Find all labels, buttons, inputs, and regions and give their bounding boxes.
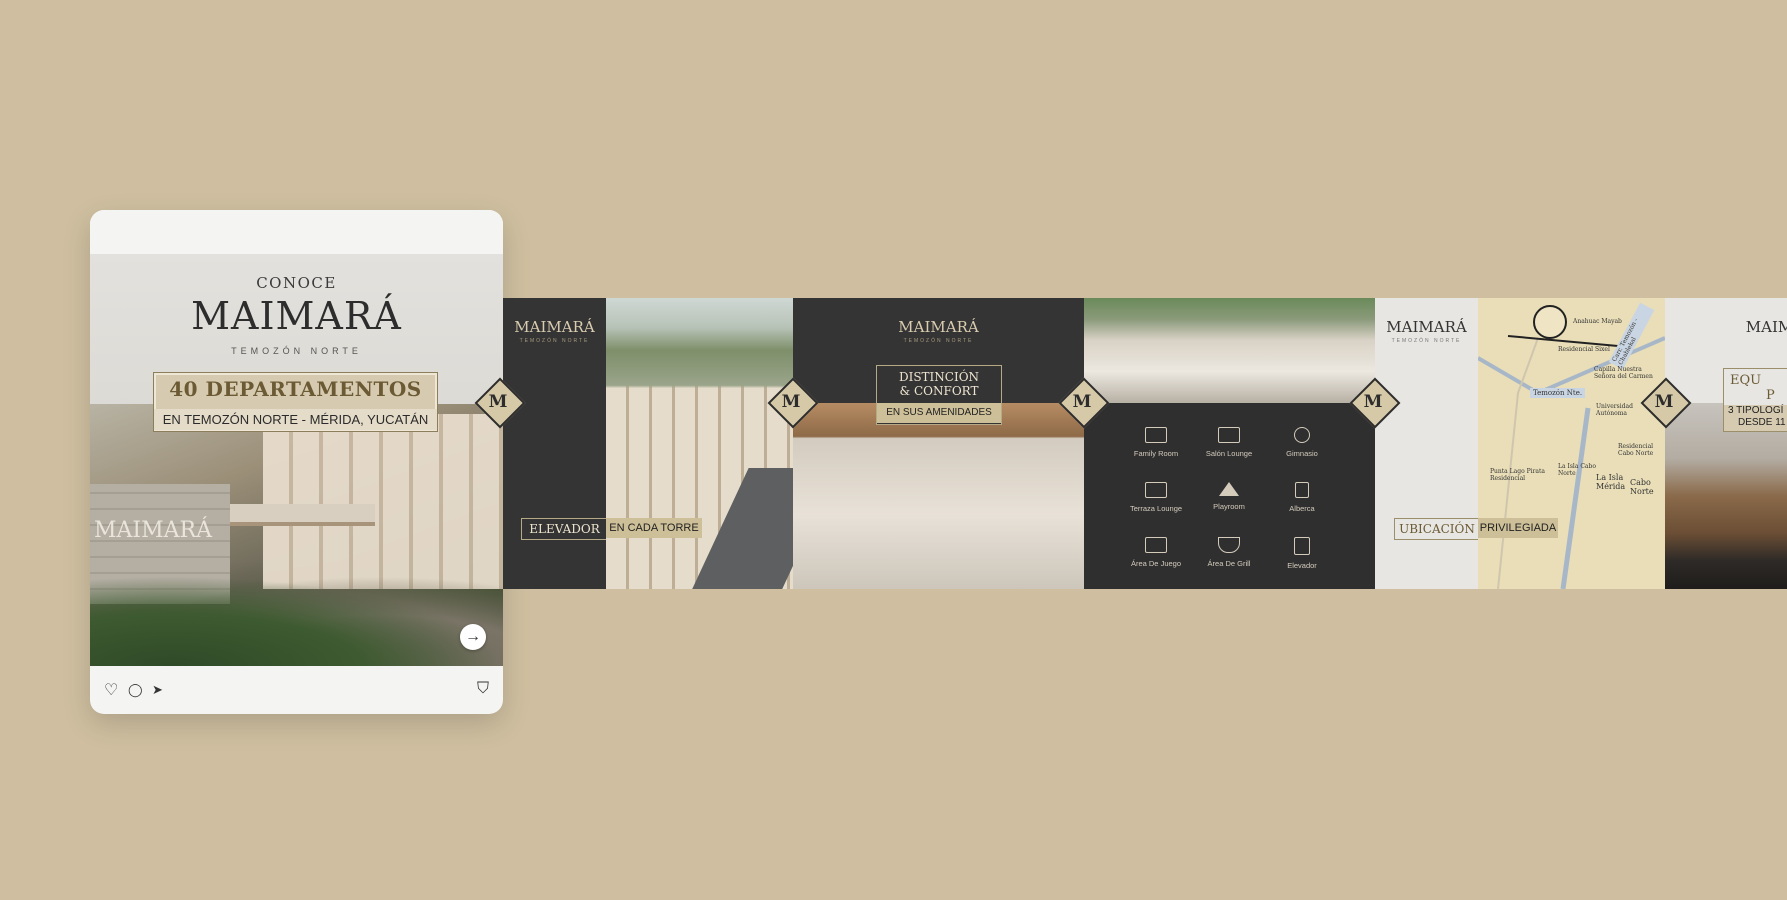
heart-icon[interactable]: ♡ (104, 680, 118, 700)
place-la-isla-cabo-norte: La Isla Cabo Norte (1558, 463, 1596, 477)
building-facade (263, 414, 503, 589)
amenity-salon-lounge: Salón Lounge (1193, 427, 1265, 458)
amenity-gimnasio: Gimnasio (1266, 427, 1338, 458)
m-emblem-letter: M (1072, 392, 1092, 412)
headline-title: 40 DEPARTAMENTOS (169, 377, 422, 401)
elevador-sublabel: EN CADA TORRE (606, 518, 702, 538)
place-residencial-cabo-norte: Residencial Cabo Norte (1618, 443, 1654, 457)
tipologias-subtitle: 3 TIPOLOGÍ DESDE 11 (1724, 405, 1787, 431)
slide-amenities-grid: Family Room Salón Lounge Gimnasio Terraz… (1084, 298, 1375, 589)
road-label-temozon: Temozón Nte. (1530, 388, 1586, 398)
comment-icon[interactable]: ◯ (128, 682, 143, 698)
amenity-alberca: Alberca (1266, 482, 1338, 513)
grill-icon (1218, 537, 1240, 553)
headline-badge: 40 DEPARTAMENTOS EN TEMOZÓN NORTE - MÉRI… (153, 372, 438, 432)
garden-foreground (90, 576, 503, 666)
ubicacion-label: UBICACIÓN (1394, 518, 1478, 540)
amenity-area-de-grill: Área De Grill (1193, 537, 1265, 568)
amenity-terraza-lounge: Terraza Lounge (1120, 482, 1192, 513)
tv-icon (1145, 427, 1167, 443)
tipologias-title-box: EQU P 3 TIPOLOGÍ DESDE 11 (1723, 368, 1787, 432)
tipologias-title-1: EQU (1730, 373, 1762, 388)
post-actions: ♡ ◯ ➤ ⛉ (90, 666, 503, 714)
slide-ubicacion-left: MAIMARÁ TEMOZÓN NORTE UBICACIÓN (1375, 298, 1478, 589)
balcony-photo (1084, 298, 1375, 403)
carousel-strip: MAIMARÁ TEMOZÓN NORTE ELEVADOR EN CADA T… (503, 298, 1787, 589)
m-emblem-letter: M (1363, 392, 1383, 412)
amenities-grid: Family Room Salón Lounge Gimnasio Terraz… (1084, 403, 1375, 589)
next-slide-button[interactable]: → (460, 624, 486, 650)
share-icon[interactable]: ➤ (152, 682, 163, 698)
post-card: CONOCE MAIMARÁ TEMOZÓN NORTE MAIMARÁ 40 … (90, 210, 503, 714)
place-cabo-norte: Cabo Norte (1630, 478, 1654, 496)
aerial-photo: EN CADA TORRE (606, 298, 793, 589)
pergola-icon (1145, 482, 1167, 498)
ubicacion-sublabel: PRIVILEGIADA (1478, 518, 1558, 538)
amenities-title-box: DISTINCIÓN & CONFORT EN SUS AMENIDADES (876, 365, 1002, 425)
amenity-area-de-juego: Área De Juego (1120, 537, 1192, 568)
amenities-title-1: DISTINCIÓN (898, 370, 980, 384)
amenities-title-2: & CONFORT (899, 384, 979, 398)
place-anahuac: Anahuac Mayab (1573, 318, 1622, 325)
playground-icon (1145, 537, 1167, 553)
entrance-canopy (230, 504, 375, 526)
amenity-playroom: Playroom (1193, 482, 1265, 511)
headline-subtitle: EN TEMOZÓN NORTE - MÉRIDA, YUCATÁN (154, 409, 437, 430)
billiard-icon (1219, 482, 1239, 496)
slide-logo-subtitle: TEMOZÓN NORTE (519, 338, 590, 344)
pool-ladder-icon (1295, 482, 1309, 498)
slide-tipologias: MAIMARÁ EQU P 3 TIPOLOGÍ DESDE 11 (1665, 298, 1787, 589)
interior-photo (793, 403, 1084, 589)
kettlebell-icon (1294, 427, 1310, 443)
elevator-icon (1294, 537, 1310, 555)
slide-elevador-left: MAIMARÁ TEMOZÓN NORTE ELEVADOR (503, 298, 606, 589)
amenities-subtitle: EN SUS AMENIDADES (877, 403, 1001, 423)
brand-logo: MAIMARÁ (191, 294, 402, 338)
post-image[interactable]: CONOCE MAIMARÁ TEMOZÓN NORTE MAIMARÁ 40 … (90, 254, 503, 666)
place-sixel: Residencial Sixel (1558, 346, 1610, 353)
m-emblem-letter: M (488, 392, 508, 412)
place-punta-lago: Punta Lago Pirata Residencial (1490, 468, 1545, 482)
amenity-family-room: Family Room (1120, 427, 1192, 458)
slide-logo: MAIMARÁ (514, 318, 595, 336)
slide-logo: MAIMARÁ (898, 318, 979, 336)
slide-logo-subtitle: TEMOZÓN NORTE (1391, 338, 1462, 344)
post-header (90, 210, 503, 254)
slide-logo: MAIMARÁ (1745, 318, 1787, 336)
m-emblem-letter: M (781, 392, 801, 412)
slide-logo-subtitle: TEMOZÓN NORTE (903, 338, 974, 344)
elevador-label: ELEVADOR (521, 518, 606, 540)
m-emblem-letter: M (1654, 392, 1674, 412)
sofa-icon (1218, 427, 1240, 443)
location-map[interactable]: Temozón Nte. Carr. Temozón - Chablekal A… (1478, 298, 1665, 589)
slide-logo: MAIMARÁ (1386, 318, 1467, 336)
slide-amenidades: MAIMARÁ TEMOZÓN NORTE DISTINCIÓN & CONFO… (793, 298, 1084, 589)
amenity-elevador: Elevador (1266, 537, 1338, 570)
hero-kicker: CONOCE (256, 274, 337, 292)
wall-logo: MAIMARÁ (94, 518, 212, 543)
bookmark-icon[interactable]: ⛉ (477, 680, 489, 698)
tipologias-title-2: P (1766, 388, 1775, 403)
brand-logo-subtitle: TEMOZÓN NORTE (231, 346, 362, 356)
place-capilla: Capilla Nuestra Señora del Carmen (1594, 366, 1653, 380)
